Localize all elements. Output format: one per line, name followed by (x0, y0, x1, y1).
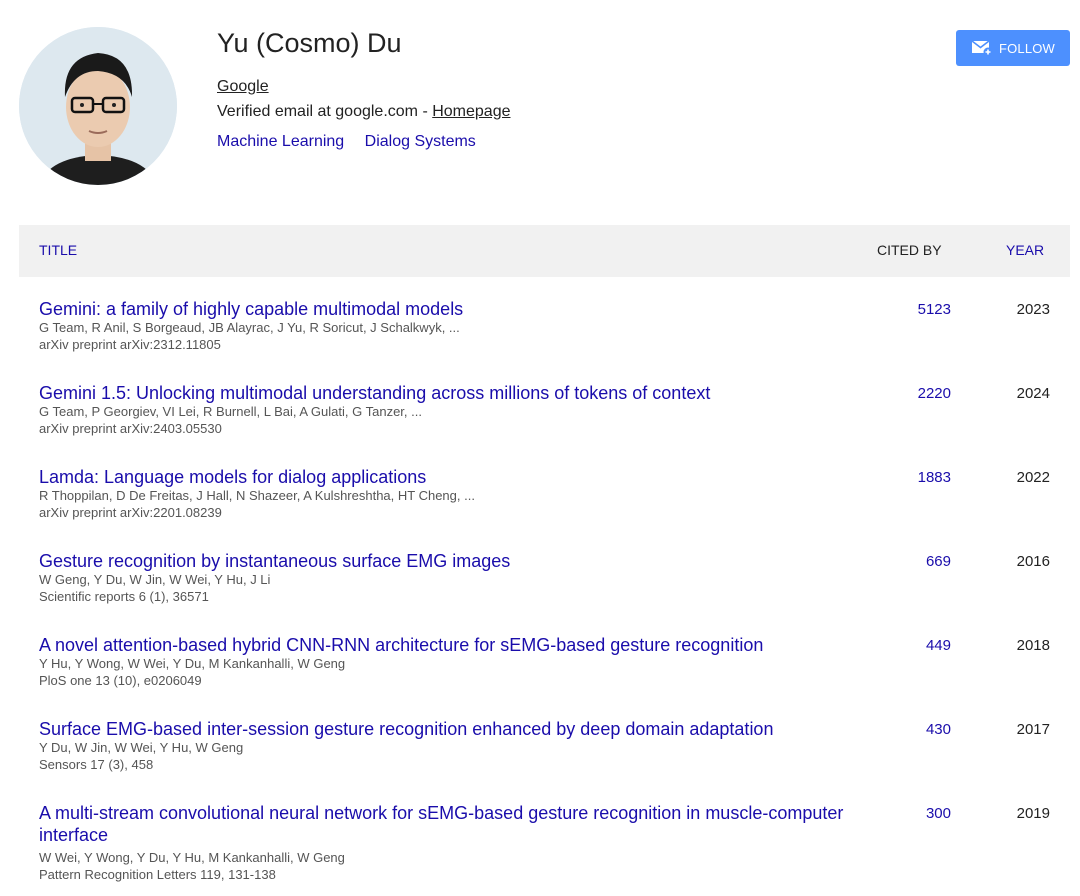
scholar-profile-page: Yu (Cosmo) Du Google Verified email at g… (0, 0, 1080, 896)
publication-title-link[interactable]: Gemini 1.5: Unlocking multimodal underst… (39, 382, 869, 404)
publication-authors: R Thoppilan, D De Freitas, J Hall, N Sha… (39, 488, 475, 503)
follow-label: FOLLOW (998, 40, 1056, 56)
cited-by-count-link[interactable]: 1883 (918, 469, 951, 486)
publication-title-link[interactable]: A novel attention-based hybrid CNN-RNN a… (39, 634, 869, 656)
publication-title-link[interactable]: Gesture recognition by instantaneous sur… (39, 550, 869, 572)
verified-email-line: Verified email at google.com - Homepage (217, 103, 511, 121)
publication-title-link[interactable]: A multi-stream convolutional neural netw… (39, 802, 869, 846)
publication-venue: arXiv preprint arXiv:2201.08239 (39, 505, 222, 520)
research-interests: Machine Learning Dialog Systems (217, 133, 492, 151)
column-header-year[interactable]: YEAR (1006, 242, 1044, 258)
publication-venue: arXiv preprint arXiv:2403.05530 (39, 421, 222, 436)
publication-authors: G Team, R Anil, S Borgeaud, JB Alayrac, … (39, 320, 460, 335)
interest-link-dialog-systems[interactable]: Dialog Systems (365, 133, 476, 150)
publication-authors: W Wei, Y Wong, Y Du, Y Hu, M Kankanhalli… (39, 850, 345, 865)
publication-authors: W Geng, Y Du, W Jin, W Wei, Y Hu, J Li (39, 572, 271, 587)
column-header-title[interactable]: TITLE (39, 242, 77, 258)
publication-venue: Sensors 17 (3), 458 (39, 757, 154, 772)
cited-by-count-link[interactable]: 2220 (918, 385, 951, 402)
publication-authors: Y Du, W Jin, W Wei, Y Hu, W Geng (39, 740, 244, 755)
publication-venue: Scientific reports 6 (1), 36571 (39, 589, 209, 604)
avatar (19, 27, 177, 185)
publication-title-link[interactable]: Surface EMG-based inter-session gesture … (39, 718, 869, 740)
publication-venue: Pattern Recognition Letters 119, 131-138 (39, 867, 276, 882)
publication-title-link[interactable]: Lamda: Language models for dialog applic… (39, 466, 869, 488)
avatar-portrait-image (19, 27, 177, 185)
publication-venue: arXiv preprint arXiv:2312.11805 (39, 337, 221, 352)
cited-by-count-link[interactable]: 5123 (918, 301, 951, 318)
follow-button[interactable]: FOLLOW (956, 30, 1070, 66)
publication-authors: G Team, P Georgiev, VI Lei, R Burnell, L… (39, 404, 422, 419)
cited-by-count-link[interactable]: 430 (926, 721, 951, 738)
publication-year: 2024 (1016, 385, 1050, 402)
mail-plus-icon (971, 40, 993, 57)
publication-year: 2016 (1016, 553, 1050, 570)
cited-by-count-link[interactable]: 300 (926, 805, 951, 822)
column-header-cited-by: CITED BY (877, 242, 942, 258)
publication-title-link[interactable]: Gemini: a family of highly capable multi… (39, 298, 869, 320)
publications-table-header: TITLE CITED BY YEAR (19, 225, 1070, 277)
publication-year: 2023 (1016, 301, 1050, 318)
publication-year: 2022 (1016, 469, 1050, 486)
publication-venue: PloS one 13 (10), e0206049 (39, 673, 202, 688)
cited-by-count-link[interactable]: 669 (926, 553, 951, 570)
profile-name: Yu (Cosmo) Du (217, 28, 402, 58)
verified-email-text: Verified email at google.com - (217, 103, 433, 120)
publication-year: 2017 (1016, 721, 1050, 738)
publication-authors: Y Hu, Y Wong, W Wei, Y Du, M Kankanhalli… (39, 656, 346, 671)
interest-link-machine-learning[interactable]: Machine Learning (217, 133, 344, 150)
homepage-link[interactable]: Homepage (432, 103, 510, 120)
affiliation-link[interactable]: Google (217, 78, 269, 96)
publication-year: 2019 (1016, 805, 1050, 822)
cited-by-count-link[interactable]: 449 (926, 637, 951, 654)
publication-year: 2018 (1016, 637, 1050, 654)
